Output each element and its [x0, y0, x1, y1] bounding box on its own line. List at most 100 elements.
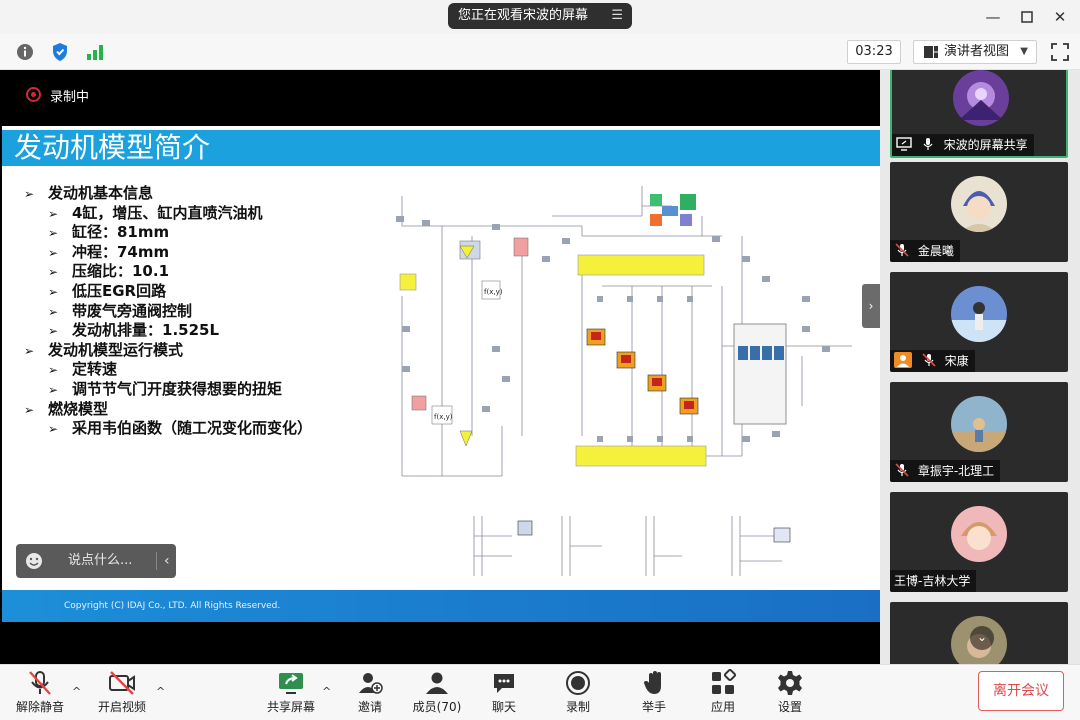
gear-icon	[778, 671, 802, 695]
layout-icon	[924, 46, 938, 58]
chat-placeholder: 说点什么...	[68, 553, 133, 568]
settings-button[interactable]: 设置	[774, 669, 806, 719]
participant-tile[interactable]: 宋康	[890, 272, 1068, 372]
chevron-left-icon[interactable]: ‹	[164, 544, 170, 578]
bullet-arrow-icon: ➢	[48, 304, 59, 319]
raise-hand-button[interactable]: 举手	[638, 669, 670, 719]
invite-user-icon	[359, 673, 383, 694]
bullet-item: ➢ 4缸，增压、缸内直喷汽油机	[24, 204, 384, 224]
record-label: 录制	[565, 700, 590, 714]
invite-label: 邀请	[357, 700, 382, 714]
quick-chat-input[interactable]: 说点什么... ‹	[16, 544, 176, 578]
bullet-arrow-icon: ➢	[48, 382, 59, 397]
members-button[interactable]: 成员(70)	[410, 669, 464, 719]
start-video-label: 开启视频	[97, 700, 146, 714]
participant-name-bar: 王博-吉林大学	[890, 570, 977, 592]
bullet-arrow-icon: ➢	[48, 363, 59, 378]
chat-button[interactable]: 聊天	[488, 669, 520, 719]
close-icon[interactable]: ✕	[1048, 6, 1072, 28]
chevron-up-icon[interactable]: ^	[72, 685, 81, 698]
signal-icon[interactable]	[85, 42, 105, 62]
collapse-panel-button[interactable]: ›	[862, 284, 880, 328]
scroll-down-icon[interactable]: ⌄	[970, 626, 994, 650]
fullscreen-icon[interactable]	[1050, 42, 1070, 62]
members-icon	[426, 672, 448, 694]
apps-button[interactable]: 应用	[707, 669, 739, 719]
bullet-item: ➢ 带废气旁通阀控制	[24, 302, 384, 322]
share-screen-button[interactable]: 共享屏幕	[262, 669, 320, 719]
participant-tile[interactable]: ⌄	[890, 602, 1068, 664]
svg-text:f(x,y): f(x,y)	[434, 413, 453, 421]
bullet-item: ➢ 燃烧模型	[24, 400, 384, 420]
title-bar: 您正在观看宋波的屏幕 ☰ — ✕	[0, 0, 1080, 34]
raise-hand-icon	[644, 671, 661, 694]
view-mode-label: 演讲者视图	[944, 44, 1010, 59]
bullet-item: ➢ 发动机基本信息	[24, 184, 384, 204]
bullet-arrow-icon: ➢	[48, 265, 59, 280]
apps-icon	[712, 669, 737, 694]
raise-hand-label: 举手	[641, 700, 666, 714]
record-button[interactable]: 录制	[562, 669, 594, 719]
bullet-item: ➢ 缸径：81mm	[24, 223, 384, 243]
bullet-arrow-icon: ➢	[24, 402, 35, 417]
bullet-arrow-icon: ➢	[24, 343, 35, 358]
bullet-item: ➢ 调节节气门开度获得想要的扭矩	[24, 380, 384, 400]
bullet-item: ➢ 冲程：74mm	[24, 243, 384, 263]
apps-label: 应用	[710, 700, 735, 714]
chevron-down-icon: ▼	[1020, 46, 1028, 57]
participant-name: 宋康	[944, 354, 969, 368]
bullet-item: ➢ 发动机排量：1.525L	[24, 321, 384, 341]
participant-tile[interactable]: 王博-吉林大学	[890, 492, 1068, 592]
participant-name-bar: 金晨曦	[890, 240, 960, 262]
emoji-icon[interactable]	[25, 552, 43, 570]
bottom-control-bar: 解除静音 ^ 开启视频 ^ 共享屏幕 ^ 邀请 成员(70) 聊天 录制 举手 …	[0, 664, 1080, 720]
host-badge-icon	[894, 352, 912, 368]
slide-title-bar: 发动机模型简介	[2, 130, 880, 166]
bullet-arrow-icon: ➢	[48, 206, 59, 221]
chevron-right-icon: ›	[868, 299, 874, 313]
chevron-up-icon[interactable]: ^	[322, 685, 331, 698]
recording-indicator: 录制中	[26, 86, 89, 105]
bullet-arrow-icon: ➢	[48, 226, 59, 241]
engine-model-diagram: f(x,y) f(x,y)	[396, 186, 852, 576]
leave-meeting-button[interactable]: 离开会议	[978, 671, 1064, 711]
mic-muted-icon	[895, 243, 909, 257]
bullet-arrow-icon: ➢	[48, 245, 59, 260]
participant-tile[interactable]: 金晨曦	[890, 162, 1068, 262]
mic-muted-icon	[922, 353, 936, 367]
mic-icon	[923, 138, 933, 150]
maximize-icon[interactable]	[1015, 6, 1039, 28]
slide-footer: Copyright (C) IDAJ Co., LTD. All Rights …	[2, 590, 880, 622]
unmute-button[interactable]: 解除静音	[14, 669, 66, 719]
meeting-timer: 03:23	[847, 40, 901, 64]
participant-name-bar: 章振宇-北理工	[890, 460, 1001, 482]
invite-button[interactable]: 邀请	[352, 669, 388, 719]
members-label: 成员(70)	[412, 700, 462, 714]
participant-tile[interactable]: 章振宇-北理工	[890, 382, 1068, 482]
bullet-arrow-icon: ➢	[48, 324, 59, 339]
participant-tile[interactable]: 宋波的屏幕共享	[890, 70, 1068, 158]
bullet-item: ➢ 低压EGR回路	[24, 282, 384, 302]
start-video-button[interactable]: 开启视频	[94, 669, 150, 719]
svg-text:f(x,y): f(x,y)	[484, 288, 503, 296]
shield-icon[interactable]	[50, 42, 70, 62]
camera-off-icon	[109, 671, 135, 695]
participant-name: 金晨曦	[917, 244, 954, 258]
participant-name: 章振宇-北理工	[917, 464, 995, 478]
divider	[156, 552, 157, 570]
view-mode-dropdown[interactable]: 演讲者视图 ▼	[913, 40, 1037, 64]
info-icon[interactable]	[15, 42, 35, 62]
minimize-icon[interactable]: —	[981, 6, 1005, 28]
sharing-notice-pill[interactable]: 您正在观看宋波的屏幕 ☰	[448, 3, 632, 29]
share-screen-icon	[279, 673, 303, 694]
avatar	[951, 396, 1007, 452]
shared-screen-area: 录制中 发动机模型简介 ➢ 发动机基本信息 ➢ 4缸，增压、缸内直喷汽油机 ➢ 缸径：…	[0, 70, 880, 664]
bullet-item: ➢ 发动机模型运行模式	[24, 341, 384, 361]
slide-bullet-list: ➢ 发动机基本信息 ➢ 4缸，增压、缸内直喷汽油机 ➢ 缸径：81mm ➢ 冲程：74m…	[24, 184, 384, 439]
chevron-up-icon[interactable]: ^	[156, 685, 165, 698]
sharing-notice-text: 您正在观看宋波的屏幕	[458, 8, 589, 23]
screen-share-icon	[896, 137, 912, 151]
participant-name: 王博-吉林大学	[894, 574, 971, 588]
participant-panel: 宋波的屏幕共享 金晨曦 宋康 章振宇-北理工 王博-吉林大学 ⌄	[880, 70, 1080, 664]
hamburger-icon[interactable]: ☰	[611, 3, 623, 29]
